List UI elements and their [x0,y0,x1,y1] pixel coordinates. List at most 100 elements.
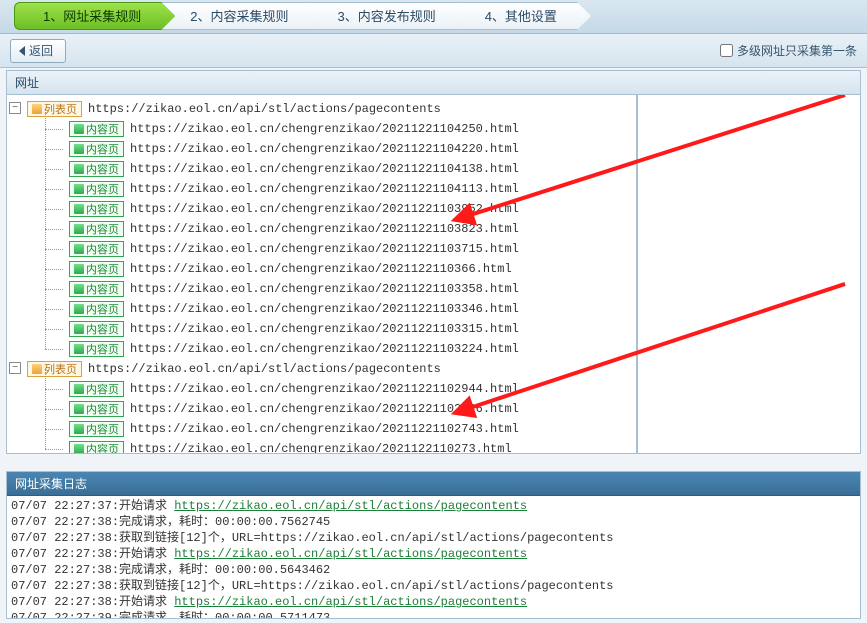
tree-content-node: 内容页 https://zikao.eol.cn/chengrenzikao/20… [55,339,858,359]
content-url[interactable]: https://zikao.eol.cn/chengrenzikao/20211… [130,182,519,196]
log-timestamp: 07/07 22:27:38 [11,547,112,561]
tree-content-node: 内容页 https://zikao.eol.cn/chengrenzikao/20… [55,419,858,439]
content-url[interactable]: https://zikao.eol.cn/chengrenzikao/20211… [130,322,519,336]
log-link[interactable]: https://zikao.eol.cn/api/stl/actions/pag… [174,595,527,609]
multi-level-option[interactable]: 多级网址只采集第一条 [720,42,857,59]
content-url[interactable]: https://zikao.eol.cn/chengrenzikao/20211… [130,422,519,436]
tree-content-node: 内容页 https://zikao.eol.cn/chengrenzikao/20… [55,279,858,299]
tab-publish-rules[interactable]: 3、内容发布规则 [308,2,469,30]
content-url[interactable]: https://zikao.eol.cn/chengrenzikao/20211… [130,242,519,256]
tree-content-node: 内容页 https://zikao.eol.cn/chengrenzikao/20… [55,299,858,319]
back-button[interactable]: 返回 [10,39,66,63]
content-tag-label: 内容页 [86,201,119,217]
content-url[interactable]: https://zikao.eol.cn/chengrenzikao/20211… [130,262,512,276]
tree-content-node: 内容页 https://zikao.eol.cn/chengrenzikao/20… [55,379,858,399]
content-tag-label: 内容页 [86,421,119,437]
content-tag-label: 内容页 [86,161,119,177]
log-panel: 网址采集日志 07/07 22:27:37:开始请求 https://zikao… [6,471,861,619]
list-icon [32,364,42,374]
content-page-tag: 内容页 [69,321,124,337]
content-url[interactable]: https://zikao.eol.cn/chengrenzikao/20211… [130,382,519,396]
content-icon [74,264,84,274]
content-url[interactable]: https://zikao.eol.cn/chengrenzikao/20211… [130,282,519,296]
log-title: 网址采集日志 [7,472,860,496]
content-tag-label: 内容页 [86,181,119,197]
tree-list-node: − 列表页 https://zikao.eol.cn/api/stl/actions… [9,99,858,359]
list-tag-label: 列表页 [44,101,77,117]
content-tag-label: 内容页 [86,341,119,357]
toolbar: 返回 多级网址只采集第一条 [0,34,867,68]
content-url[interactable]: https://zikao.eol.cn/chengrenzikao/20211… [130,302,519,316]
content-icon [74,204,84,214]
log-text: :开始请求 [112,499,174,513]
content-tag-label: 内容页 [86,261,119,277]
content-tag-label: 内容页 [86,241,119,257]
content-page-tag: 内容页 [69,381,124,397]
tree-content-node: 内容页 https://zikao.eol.cn/chengrenzikao/20… [55,259,858,279]
content-icon [74,184,84,194]
content-page-tag: 内容页 [69,261,124,277]
content-url[interactable]: https://zikao.eol.cn/chengrenzikao/20211… [130,162,519,176]
step-tabs: 1、网址采集规则 2、内容采集规则 3、内容发布规则 4、其他设置 [0,0,867,34]
content-url[interactable]: https://zikao.eol.cn/chengrenzikao/20211… [130,202,519,216]
log-line: 07/07 22:27:38:开始请求 https://zikao.eol.cn… [11,594,856,610]
log-text: :开始请求 [112,595,174,609]
content-page-tag: 内容页 [69,121,124,137]
log-text: :完成请求，耗时：00:00:00.5711473 [112,611,330,618]
content-icon [74,224,84,234]
content-icon [74,404,84,414]
log-text: :获取到链接[12]个，URL=https://zikao.eol.cn/api… [112,531,614,545]
content-icon [74,284,84,294]
log-line: 07/07 22:27:38:完成请求，耗时：00:00:00.7562745 [11,514,856,530]
content-tag-label: 内容页 [86,401,119,417]
content-icon [74,324,84,334]
content-page-tag: 内容页 [69,421,124,437]
url-tree-panel: 网址 − 列表页 https://zikao.eol.cn/api/stl/acti… [6,70,861,454]
content-url[interactable]: https://zikao.eol.cn/chengrenzikao/20211… [130,342,519,356]
content-page-tag: 内容页 [69,301,124,317]
list-url[interactable]: https://zikao.eol.cn/api/stl/actions/pag… [88,362,441,376]
content-url[interactable]: https://zikao.eol.cn/chengrenzikao/20211… [130,222,519,236]
content-page-tag: 内容页 [69,281,124,297]
content-icon [74,304,84,314]
content-tag-label: 内容页 [86,221,119,237]
content-tag-label: 内容页 [86,441,119,453]
tree-content-node: 内容页 https://zikao.eol.cn/chengrenzikao/20… [55,179,858,199]
log-link[interactable]: https://zikao.eol.cn/api/stl/actions/pag… [174,499,527,513]
tab-other-settings[interactable]: 4、其他设置 [456,2,591,30]
expand-toggle[interactable]: − [9,102,21,114]
tree-content-node: 内容页https://zikao.eol.cn/chengrenzikao/20… [55,139,858,159]
log-link[interactable]: https://zikao.eol.cn/api/stl/actions/pag… [174,547,527,561]
multi-level-checkbox[interactable] [720,44,733,57]
list-page-tag: 列表页 [27,361,82,377]
log-body: 07/07 22:27:37:开始请求 https://zikao.eol.cn… [7,496,860,618]
tree-content-node: 内容页 https://zikao.eol.cn/chengrenzikao/20… [55,119,858,139]
content-icon [74,124,84,134]
list-tag-label: 列表页 [44,361,77,377]
tab-content-rules[interactable]: 2、内容采集规则 [161,2,322,30]
content-page-tag: 内容页 [69,161,124,177]
tree-content-node: 内容页 https://zikao.eol.cn/chengrenzikao/20… [55,159,858,179]
log-text: :开始请求 [112,547,174,561]
expand-toggle[interactable]: − [9,362,21,374]
content-url[interactable]: https://zikao.eol.cn/chengrenzikao/20211… [130,402,519,416]
content-page-tag: 内容页 [69,441,124,453]
tree-content-node: 内容页 https://zikao.eol.cn/chengrenzikao/20… [55,239,858,259]
list-url[interactable]: https://zikao.eol.cn/api/stl/actions/pag… [88,102,441,116]
tree-content-node: 内容页 https://zikao.eol.cn/chengrenzikao/20… [55,199,858,219]
tab-url-rules[interactable]: 1、网址采集规则 [14,2,175,30]
content-url[interactable]: https://zikao.eol.cn/chengrenzikao/20211… [130,442,512,453]
log-line: 07/07 22:27:38:开始请求 https://zikao.eol.cn… [11,546,856,562]
content-icon [74,384,84,394]
log-line: 07/07 22:27:38:获取到链接[12]个，URL=https://zi… [11,530,856,546]
log-line: 07/07 22:27:38:完成请求，耗时：00:00:00.5643462 [11,562,856,578]
content-url[interactable]: https://zikao.eol.cn/chengrenzikao/20211… [130,142,519,156]
url-tree-header: 网址 [7,71,860,95]
log-timestamp: 07/07 22:27:38 [11,563,112,577]
content-icon [74,424,84,434]
tree-content-node: 内容页 https://zikao.eol.cn/chengrenzikao/20… [55,219,858,239]
log-timestamp: 07/07 22:27:37 [11,499,112,513]
tree-content-node: 内容页 https://zikao.eol.cn/chengrenzikao/20… [55,399,858,419]
content-tag-label: 内容页 [86,381,119,397]
content-url[interactable]: https://zikao.eol.cn/chengrenzikao/20211… [130,122,519,136]
